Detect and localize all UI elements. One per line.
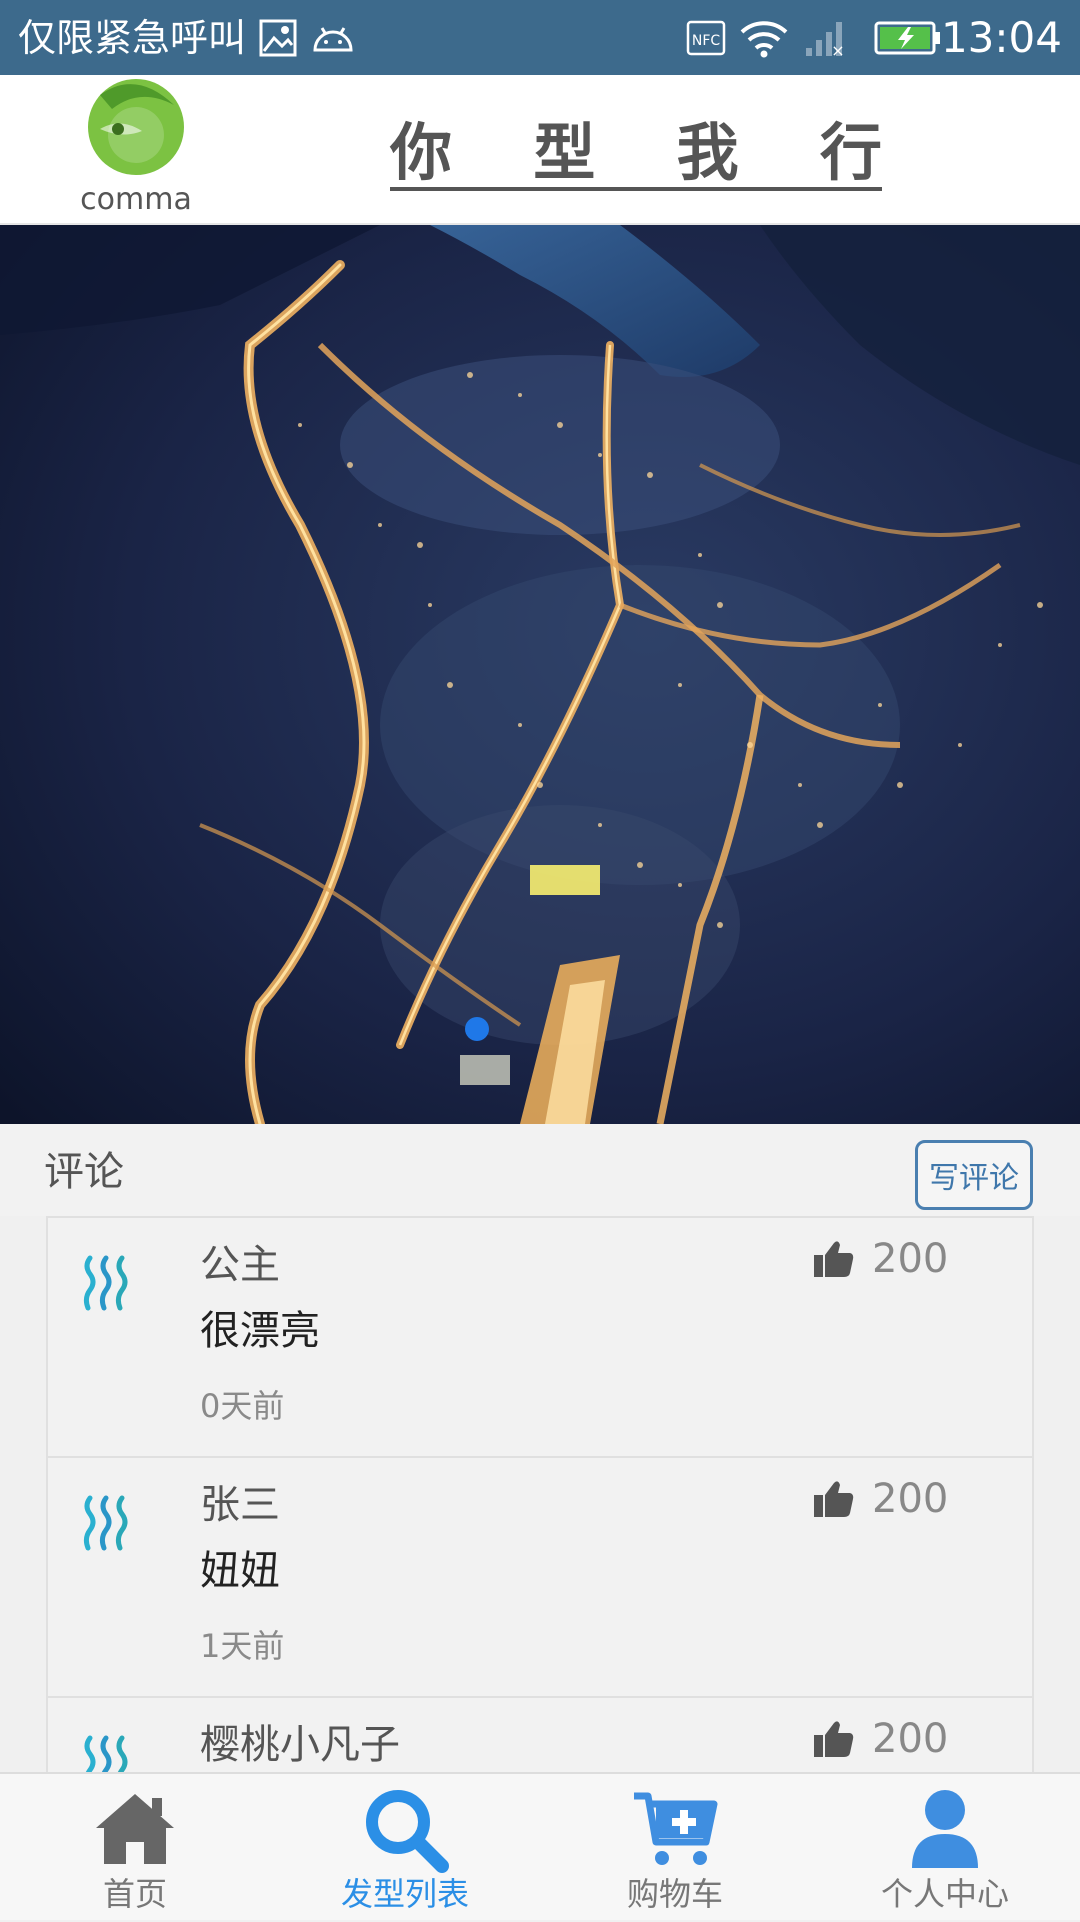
carrier-text: 仅限紧急呼叫 (18, 16, 247, 60)
header-title: 你 型 我 行 (390, 107, 882, 191)
comments-header: 评论 写评论 (0, 1124, 1080, 1216)
nav-label-profile: 个人中心 (880, 1875, 1009, 1913)
title-char-3: 我 (676, 116, 739, 189)
android-icon (313, 27, 353, 52)
nav-home[interactable]: 首页 (0, 1774, 270, 1922)
avatar (83, 1495, 128, 1551)
write-comment-button[interactable]: 写评论 (915, 1140, 1033, 1210)
nav-profile[interactable]: 个人中心 (810, 1774, 1080, 1922)
comment-list[interactable]: 公主 很漂亮 0天前 200 张三 妞妞 1天前 200 樱桃小凡子 200 (46, 1216, 1034, 1772)
comment-time: 1天前 (200, 1627, 285, 1665)
image-icon (259, 19, 297, 57)
comment-username: 公主 (200, 1242, 280, 1288)
like-count: 200 (872, 1716, 949, 1762)
thumbs-up-icon (814, 1721, 854, 1757)
title-char-1: 你 (390, 116, 453, 189)
banner-image (0, 225, 1080, 1124)
home-icon (96, 1794, 174, 1864)
comments-title: 评论 (44, 1149, 124, 1195)
comma-logo[interactable]: comma (70, 75, 200, 215)
avatar (83, 1255, 128, 1311)
thumbs-up-icon (814, 1241, 854, 1277)
battery-charging-icon (874, 21, 940, 55)
comment-text: 很漂亮 (200, 1308, 320, 1354)
title-char-4: 行 (819, 116, 882, 189)
nfc-icon: NFC (686, 20, 726, 56)
nav-label-hairstyle-list: 发型列表 (340, 1875, 469, 1913)
nav-label-home: 首页 (102, 1875, 167, 1913)
nav-label-cart: 购物车 (626, 1875, 723, 1913)
like-button[interactable]: 200 (812, 1474, 948, 1524)
title-char-2: 型 (533, 116, 596, 189)
status-bar: 仅限紧急呼叫 NFC × 13:04 (0, 0, 1080, 75)
user-icon (912, 1790, 978, 1868)
like-button[interactable]: 200 (812, 1714, 948, 1764)
like-count: 200 (872, 1236, 949, 1282)
wifi-icon (740, 21, 788, 58)
comment-username: 张三 (200, 1482, 280, 1528)
bottom-nav: 首页 发型列表 购物车 个人中心 (0, 1772, 1080, 1920)
clock: 13:04 (940, 13, 1062, 62)
comment-item[interactable]: 樱桃小凡子 200 (48, 1698, 1032, 1772)
carousel-indicator-active[interactable] (465, 1017, 489, 1041)
avatar (84, 1735, 128, 1772)
logo-text: comma (80, 182, 192, 215)
app-header: comma 你 型 我 行 (0, 75, 1080, 225)
svg-text:×: × (831, 41, 844, 58)
svg-text:NFC: NFC (692, 33, 721, 49)
banner-carousel[interactable] (0, 225, 1080, 1124)
comment-time: 0天前 (200, 1387, 285, 1425)
comment-username: 樱桃小凡子 (200, 1722, 400, 1768)
nav-cart[interactable]: 购物车 (540, 1774, 810, 1922)
comment-text: 妞妞 (200, 1548, 280, 1594)
like-count: 200 (872, 1476, 949, 1522)
signal-icon: × (806, 22, 845, 58)
comment-item[interactable]: 公主 很漂亮 0天前 200 (48, 1218, 1032, 1458)
nav-hairstyle-list[interactable]: 发型列表 (270, 1774, 540, 1922)
search-icon (366, 1790, 449, 1873)
thumbs-up-icon (814, 1481, 854, 1517)
comment-item[interactable]: 张三 妞妞 1天前 200 (48, 1458, 1032, 1698)
like-button[interactable]: 200 (812, 1234, 948, 1284)
cart-icon (634, 1792, 718, 1865)
